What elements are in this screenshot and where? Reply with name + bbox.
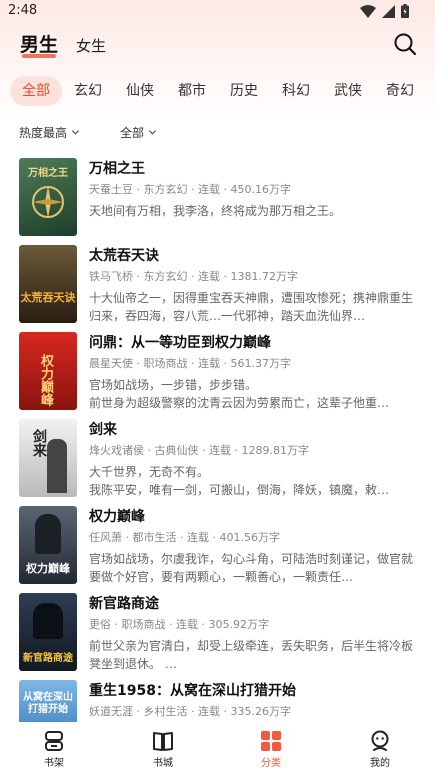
book-title: 问鼎：从一等功臣到权力巅峰 <box>89 335 271 351</box>
bottom-navigation: 书架 书城 分类 我的 <box>0 722 435 773</box>
category-icon <box>261 731 281 751</box>
category-chip-kehuan[interactable]: 科幻 <box>270 76 322 106</box>
book-cover-text: 权力巅峰 <box>38 354 53 406</box>
book-item[interactable]: 从窝在深山打猎开始 重生1958：从窝在深山打猎开始 妖道无涯 · 乡村生活 ·… <box>0 680 435 722</box>
status-icons <box>360 4 409 18</box>
category-chip-dushi[interactable]: 都市 <box>166 76 218 106</box>
book-item[interactable]: 太荒吞天诀 太荒吞天诀 铁马飞桥 · 东方玄幻 · 连载 · 1381.72万字… <box>0 245 435 325</box>
search-icon[interactable] <box>393 32 417 56</box>
chevron-down-icon <box>71 130 80 135</box>
compass-emblem-icon <box>32 186 64 218</box>
status-dropdown-label: 全部 <box>120 126 145 140</box>
book-cover-text: 从窝在深山打猎开始 <box>23 692 73 715</box>
sort-dropdown[interactable]: 热度最高 <box>19 124 80 141</box>
category-chip-xuanhuan[interactable]: 玄幻 <box>62 76 114 106</box>
wifi-icon <box>360 4 376 18</box>
bookshelf-icon <box>45 731 63 751</box>
category-chip-wuxia[interactable]: 武侠 <box>322 76 374 106</box>
category-tabs: 全部 玄幻 仙侠 都市 历史 科幻 武侠 奇幻 <box>0 76 435 106</box>
book-description: 天地间有万相，我李洛，终将成为那万相之王。 <box>89 204 342 218</box>
sort-dropdown-label: 热度最高 <box>19 126 68 140</box>
status-bar: 2:48 <box>0 0 435 24</box>
nav-category[interactable]: 分类 <box>241 730 301 769</box>
book-meta: 天蚕土豆 · 东方玄幻 · 连载 · 450.16万字 <box>89 183 291 196</box>
cover-figure <box>33 603 63 639</box>
book-meta: 铁马飞桥 · 东方玄幻 · 连载 · 1381.72万字 <box>89 270 298 283</box>
book-cover-text: 权力巅峰 <box>26 562 70 575</box>
book-cover-text: 剑来 <box>31 429 47 457</box>
nav-profile-label: 我的 <box>370 758 390 769</box>
book-description: 官场如战场，尔虞我诈，勾心斗角，可陆浩时刻谨记，做官就要做个好官，要有两颗心，一… <box>89 552 414 584</box>
filter-bar: 热度最高 全部 <box>0 124 435 144</box>
book-item[interactable]: 剑来 剑来 烽火戏诸侯 · 古典仙侠 · 连载 · 1289.81万字 大千世界… <box>0 419 435 499</box>
book-title: 剑来 <box>89 422 117 438</box>
book-meta: 晨星天使 · 职场商战 · 连载 · 561.37万字 <box>89 357 291 370</box>
book-item[interactable]: 权力巅峰 权力巅峰 任风萧 · 都市生活 · 连载 · 401.56万字 官场如… <box>0 506 435 586</box>
status-time: 2:48 <box>8 3 38 18</box>
book-description: 十大仙帝之一，因得重宝吞天神鼎，遭围攻惨死；携神鼎重生归来，吞四海，容八荒…一代… <box>89 291 414 323</box>
profile-icon <box>371 730 389 751</box>
book-title: 新官路商途 <box>89 596 159 612</box>
book-title: 太荒吞天诀 <box>89 248 159 264</box>
book-cover-text: 万相之王 <box>28 168 68 179</box>
cover-figure <box>35 514 61 554</box>
tab-male[interactable]: 男生 <box>20 30 58 57</box>
tab-female[interactable]: 女生 <box>76 35 106 56</box>
nav-bookshelf[interactable]: 书架 <box>24 730 84 769</box>
book-item[interactable]: 权力巅峰 问鼎：从一等功臣到权力巅峰 晨星天使 · 职场商战 · 连载 · 56… <box>0 332 435 412</box>
nav-category-label: 分类 <box>261 758 281 769</box>
nav-book-store-label: 书城 <box>153 758 173 769</box>
book-description: 大千世界，无奇不有。 我陈平安，唯有一剑，可搬山，倒海，降妖，镇魔，敕… <box>89 465 390 497</box>
book-meta: 任风萧 · 都市生活 · 连载 · 401.56万字 <box>89 531 280 544</box>
nav-profile[interactable]: 我的 <box>350 730 410 769</box>
book-cover: 剑来 <box>19 419 77 497</box>
category-chip-xianxia[interactable]: 仙侠 <box>114 76 166 106</box>
book-cover: 新官路商途 <box>19 593 77 671</box>
signal-icon <box>382 4 395 18</box>
book-cover: 从窝在深山打猎开始 <box>19 680 77 722</box>
nav-bookshelf-label: 书架 <box>44 758 64 769</box>
book-cover: 权力巅峰 <box>19 506 77 584</box>
book-description: 官场如战场，一步错，步步错。 前世身为超级警察的沈青云因为劳累而亡，这辈子他重… <box>89 378 390 410</box>
battery-icon <box>401 4 409 18</box>
book-cover: 太荒吞天诀 <box>19 245 77 323</box>
chevron-down-icon <box>148 130 157 135</box>
book-item[interactable]: 新官路商途 新官路商途 更俗 · 职场商战 · 连载 · 305.92万字 前世… <box>0 593 435 673</box>
book-cover: 万相之王 <box>19 158 77 236</box>
book-item[interactable]: 万相之王 万相之王 天蚕土豆 · 东方玄幻 · 连载 · 450.16万字 天地… <box>0 158 435 238</box>
category-chip-all[interactable]: 全部 <box>10 76 62 106</box>
nav-book-store[interactable]: 书城 <box>133 730 193 769</box>
book-title: 万相之王 <box>89 161 145 177</box>
book-cover-text: 太荒吞天诀 <box>20 291 76 304</box>
book-store-icon <box>153 732 173 751</box>
category-chip-qihuan[interactable]: 奇幻 <box>374 76 426 106</box>
book-title: 重生1958：从窝在深山打猎开始 <box>89 683 296 699</box>
book-meta: 烽火戏诸侯 · 古典仙侠 · 连载 · 1289.81万字 <box>89 444 309 457</box>
book-meta: 更俗 · 职场商战 · 连载 · 305.92万字 <box>89 618 269 631</box>
book-cover: 权力巅峰 <box>19 332 77 410</box>
active-tab-indicator <box>22 54 56 58</box>
cover-figure <box>47 439 67 493</box>
book-title: 权力巅峰 <box>89 509 145 525</box>
book-meta: 妖道无涯 · 乡村生活 · 连载 · 335.26万字 <box>89 705 291 718</box>
status-dropdown[interactable]: 全部 <box>120 124 157 141</box>
category-chip-lishi[interactable]: 历史 <box>218 76 270 106</box>
header: 男生 女生 <box>0 30 435 62</box>
book-description: 前世父亲为官清白，却受上级牵连，丢失职务，后半生将冷板凳坐到退休。 … <box>89 639 414 671</box>
book-cover-text: 新官路商途 <box>23 653 73 664</box>
